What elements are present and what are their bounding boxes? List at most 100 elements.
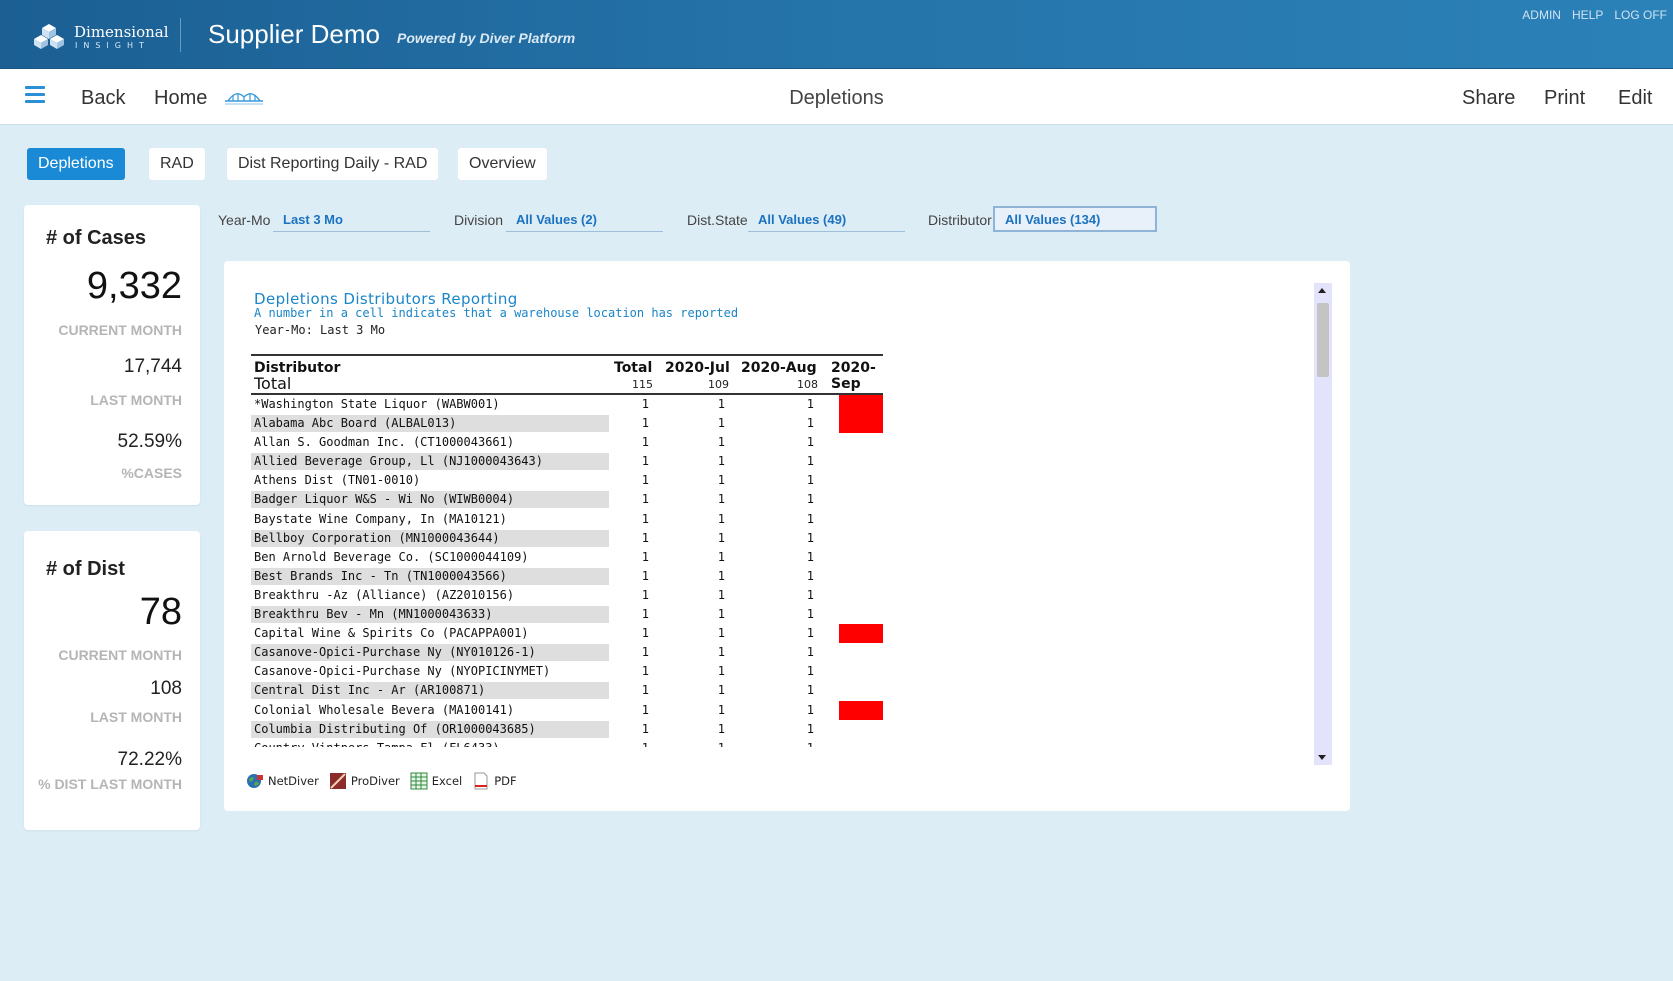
reported-cell: 1 (641, 511, 649, 526)
report-filter-line: Year-Mo: Last 3 Mo (255, 323, 386, 337)
table-row[interactable]: Breakthru -Az (Alliance) (AZ2010156)1111 (251, 586, 883, 605)
app-title: Supplier Demo (208, 19, 380, 49)
col-header-total[interactable]: Total (614, 360, 652, 376)
filter-dist-state[interactable]: All Values (49) (748, 206, 905, 232)
hamburger-menu-icon[interactable] (25, 86, 45, 104)
edit-link[interactable]: Edit (1618, 87, 1652, 110)
distributor-name[interactable]: Athens Dist (TN01-0010) (251, 472, 609, 489)
scroll-up-arrow-icon[interactable] (1318, 288, 1326, 293)
table-row[interactable]: Colonial Wholesale Bevera (MA100141) 1 1 1 (251, 700, 883, 720)
distributor-name[interactable]: *Washington State Liquor (WABW001) (251, 396, 609, 413)
distributor-name[interactable]: Breakthru -Az (Alliance) (AZ2010156) (251, 587, 609, 604)
distributor-name[interactable]: Alabama Abc Board (ALBAL013) (251, 415, 609, 433)
table-row[interactable]: Country Vintners-Tampa Fl (FL6433)1111 (251, 739, 883, 747)
distributor-name[interactable]: Baystate Wine Company, In (MA10121) (251, 511, 609, 528)
reported-cell: 1 (641, 702, 649, 717)
reported-cell: 1 (641, 492, 649, 507)
distributor-name[interactable]: Casanove-Opici-Purchase Ny (NY010126-1) (251, 644, 609, 662)
reported-cell: 1 (641, 683, 649, 698)
distributor-name[interactable]: Ben Arnold Beverage Co. (SC1000044109) (251, 549, 609, 566)
reported-cell: 1 (717, 721, 725, 736)
table-row[interactable]: Alabama Abc Board (ALBAL013) 1 1 1 (251, 414, 883, 434)
distributor-name[interactable]: Capital Wine & Spirits Co (PACAPPA001) (251, 625, 609, 642)
reported-cell: 1 (717, 587, 725, 602)
distributor-name[interactable]: Central Dist Inc - Ar (AR100871) (251, 682, 609, 700)
distributor-name[interactable]: Allan S. Goodman Inc. (CT1000043661) (251, 434, 609, 451)
reported-cell: 1 (806, 683, 814, 698)
col-header-aug[interactable]: 2020-Aug (741, 360, 817, 376)
table-row[interactable]: Central Dist Inc - Ar (AR100871)1111 (251, 681, 883, 700)
table-row[interactable]: Badger Liquor W&S - Wi No (WIWB0004)1111 (251, 490, 883, 509)
tab-overview[interactable]: Overview (458, 148, 547, 180)
table-row[interactable]: Baystate Wine Company, In (MA10121)1111 (251, 510, 883, 529)
tab-rad[interactable]: RAD (149, 148, 205, 180)
export-excel[interactable]: Excel (410, 772, 462, 790)
reported-cell: 1 (806, 549, 814, 564)
col-header-sep[interactable]: 2020-Sep (831, 360, 883, 392)
export-netdiver[interactable]: NetDiver (246, 772, 319, 790)
reported-cell: 1 (717, 416, 725, 431)
reported-cell: 1 (641, 397, 649, 411)
admin-link[interactable]: ADMIN (1522, 8, 1561, 22)
distributor-name[interactable]: Bellboy Corporation (MN1000043644) (251, 529, 609, 547)
distributor-name[interactable]: Casanove-Opici-Purchase Ny (NYOPICINYMET… (251, 663, 609, 680)
reported-cell: 1 (806, 416, 814, 431)
filter-division[interactable]: All Values (2) (506, 206, 663, 232)
reported-cell: 1 (806, 511, 814, 526)
reported-cell: 1 (806, 702, 814, 717)
distributor-name[interactable]: Columbia Distributing Of (OR1000043685) (251, 720, 609, 738)
reported-cell: 1 (806, 721, 814, 736)
reported-cell: 1 (717, 492, 725, 507)
table-row[interactable]: Capital Wine & Spirits Co (PACAPPA001) 1 1… (251, 624, 883, 644)
table-row[interactable]: Columbia Distributing Of (OR1000043685) 1… (251, 720, 883, 739)
reported-cell: 1 (717, 397, 725, 411)
export-prodiver[interactable]: ProDiver (329, 772, 400, 790)
table-row[interactable]: Allied Beverage Group, Ll (NJ1000043643)… (251, 452, 883, 471)
distributor-name[interactable]: Best Brands Inc - Tn (TN1000043566) (251, 567, 609, 585)
scroll-down-arrow-icon[interactable] (1318, 755, 1326, 760)
not-reported-cell (839, 395, 883, 415)
distributor-name[interactable]: Country Vintners-Tampa Fl (FL6433) (251, 740, 609, 747)
table-row[interactable]: Bellboy Corporation (MN1000043644)1111 (251, 529, 883, 548)
reported-cell: 1 (806, 607, 814, 622)
home-link[interactable]: Home (154, 87, 207, 110)
tab-dist-reporting-daily-rad[interactable]: Dist Reporting Daily - RAD (227, 148, 439, 180)
distributor-name[interactable]: Colonial Wholesale Bevera (MA100141) (251, 702, 609, 719)
reported-cell: 1 (806, 587, 814, 602)
vertical-scrollbar[interactable] (1314, 283, 1332, 765)
filter-label-division: Division (454, 212, 504, 228)
kpi-pct-value: 72.22% (117, 749, 182, 770)
col-header-jul[interactable]: 2020-Jul (665, 360, 730, 376)
filter-year-mo[interactable]: Last 3 Mo (273, 206, 430, 232)
distributor-name[interactable]: Breakthru Bev - Mn (MN1000043633) (251, 606, 609, 624)
distributor-name[interactable]: Allied Beverage Group, Ll (NJ1000043643) (251, 453, 609, 471)
table-row[interactable]: Athens Dist (TN01-0010)1111 (251, 471, 883, 490)
logo-cubes-icon (34, 24, 64, 49)
distributor-name[interactable]: Badger Liquor W&S - Wi No (WIWB0004) (251, 491, 609, 509)
table-row[interactable]: Best Brands Inc - Tn (TN1000043566)1111 (251, 567, 883, 586)
table-row[interactable]: *Washington State Liquor (WABW001) 1 1 1 (251, 395, 883, 415)
bridge-icon[interactable] (224, 87, 264, 107)
reported-cell: 1 (717, 549, 725, 564)
reported-cell: 1 (717, 664, 725, 679)
total-row-label: Total (254, 374, 292, 393)
scroll-thumb[interactable] (1317, 303, 1329, 377)
share-link[interactable]: Share (1462, 87, 1515, 110)
table-row[interactable]: Casanove-Opici-Purchase Ny (NY010126-1) 1… (251, 643, 883, 662)
table-row[interactable]: Breakthru Bev - Mn (MN1000043633)1111 (251, 605, 883, 624)
export-pdf[interactable]: PDF (472, 772, 517, 790)
table-row[interactable]: Casanove-Opici-Purchase Ny (NYOPICINYMET… (251, 662, 883, 681)
not-reported-cell (839, 414, 883, 434)
back-link[interactable]: Back (81, 87, 125, 110)
print-link[interactable]: Print (1544, 87, 1585, 110)
table-row[interactable]: Allan S. Goodman Inc. (CT1000043661)1111 (251, 433, 883, 452)
dimensional-insight-logo[interactable]: Dimensional INSIGHT (34, 20, 169, 52)
help-link[interactable]: HELP (1572, 8, 1603, 22)
reported-cell: 1 (806, 645, 814, 660)
tab-depletions[interactable]: Depletions (27, 148, 125, 180)
log-off-link[interactable]: LOG OFF (1614, 8, 1667, 22)
reported-cell: 1 (806, 397, 814, 411)
logo-name: Dimensional (74, 23, 169, 41)
table-row[interactable]: Ben Arnold Beverage Co. (SC1000044109) 1 1… (251, 548, 883, 567)
filter-distributor[interactable]: All Values (134) (993, 206, 1157, 232)
